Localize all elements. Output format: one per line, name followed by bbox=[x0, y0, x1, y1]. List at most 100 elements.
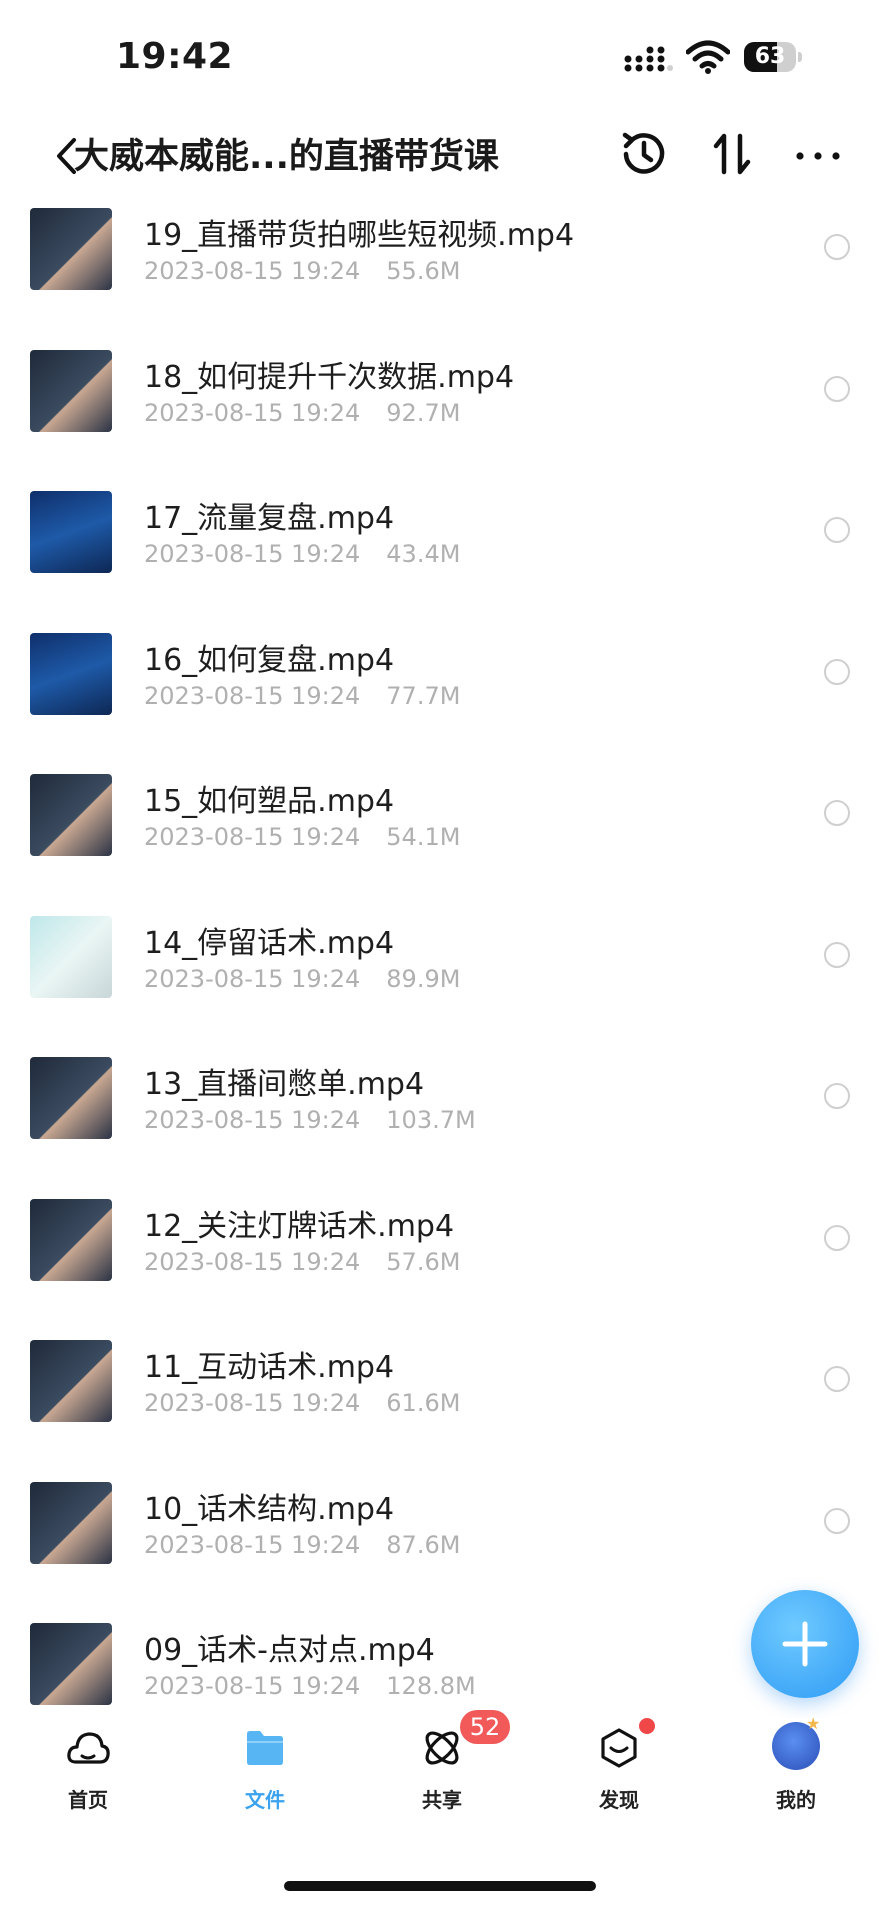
select-checkbox[interactable] bbox=[824, 1224, 850, 1251]
file-row[interactable]: 11_互动话术.mp4 2023-08-15 19:24 61.6M bbox=[0, 1332, 886, 1474]
plus-icon bbox=[782, 1621, 828, 1667]
file-date: 2023-08-15 19:24 bbox=[144, 1389, 361, 1417]
tab-home[interactable]: 首页 bbox=[28, 1726, 148, 1826]
tab-label: 发现 bbox=[599, 1788, 639, 1812]
tab-files[interactable]: 文件 bbox=[205, 1726, 325, 1826]
add-button[interactable] bbox=[751, 1590, 859, 1698]
file-size: 77.7M bbox=[386, 681, 461, 710]
file-date: 2023-08-15 19:24 bbox=[144, 257, 361, 285]
file-row[interactable]: 19_直播带货拍哪些短视频.mp4 2023-08-15 19:24 55.6M bbox=[0, 200, 886, 342]
select-checkbox[interactable] bbox=[824, 1366, 850, 1392]
video-thumbnail bbox=[30, 774, 112, 856]
file-meta: 2023-08-15 19:24 57.6M bbox=[144, 1248, 460, 1276]
file-name: 15_如何塑品.mp4 bbox=[144, 784, 395, 819]
share-icon bbox=[425, 1731, 459, 1765]
file-meta: 2023-08-15 19:24 77.7M bbox=[144, 682, 460, 710]
select-checkbox[interactable] bbox=[824, 517, 850, 543]
select-checkbox[interactable] bbox=[824, 1083, 850, 1109]
select-checkbox[interactable] bbox=[824, 375, 850, 402]
tab-label: 我的 bbox=[776, 1788, 816, 1812]
file-size: 55.6M bbox=[386, 257, 461, 285]
file-size: 128.8M bbox=[386, 1672, 476, 1700]
video-thumbnail bbox=[30, 208, 112, 290]
file-size: 54.1M bbox=[386, 823, 461, 851]
file-row[interactable]: 17_流量复盘.mp4 2023-08-15 19:24 43.4M bbox=[0, 483, 886, 625]
bottom-tab-bar: 首页 文件 52 共享 发现 ★ 我的 bbox=[0, 1710, 886, 1838]
file-list: 19_直播带货拍哪些短视频.mp4 2023-08-15 19:24 55.6M 18… bbox=[0, 200, 886, 1720]
file-row[interactable]: 13_直播间憋单.mp4 2023-08-15 19:24 103.7M bbox=[0, 1049, 886, 1191]
file-date: 2023-08-15 19:24 bbox=[144, 1106, 361, 1134]
tab-label: 文件 bbox=[245, 1788, 285, 1812]
file-meta: 2023-08-15 19:24 103.7M bbox=[144, 1106, 476, 1134]
file-meta: 2023-08-15 19:24 87.6M bbox=[144, 1531, 460, 1559]
file-row[interactable]: 18_如何提升千次数据.mp4 2023-08-15 19:24 92.7M bbox=[0, 342, 886, 484]
file-size: 89.9M bbox=[386, 964, 461, 993]
file-name: 13_直播间憋单.mp4 bbox=[144, 1067, 425, 1102]
file-meta: 2023-08-15 19:24 61.6M bbox=[144, 1389, 460, 1417]
battery-icon: 63 bbox=[744, 42, 802, 72]
file-meta: 2023-08-15 19:24 55.6M bbox=[144, 257, 460, 285]
sort-icon[interactable] bbox=[704, 126, 760, 182]
video-thumbnail bbox=[30, 1340, 112, 1422]
file-meta: 2023-08-15 19:24 54.1M bbox=[144, 823, 460, 851]
video-thumbnail bbox=[30, 632, 112, 715]
select-checkbox[interactable] bbox=[824, 941, 850, 968]
file-date: 2023-08-15 19:24 bbox=[144, 398, 361, 427]
history-icon[interactable] bbox=[616, 126, 672, 182]
wifi-icon bbox=[686, 40, 730, 74]
file-name: 09_话术-点对点.mp4 bbox=[144, 1633, 435, 1668]
file-date: 2023-08-15 19:24 bbox=[144, 1530, 361, 1559]
file-meta: 2023-08-15 19:24 92.7M bbox=[144, 399, 460, 427]
share-badge: 52 bbox=[460, 1710, 510, 1744]
discover-dot-badge bbox=[639, 1718, 655, 1734]
file-name: 14_停留话术.mp4 bbox=[144, 925, 395, 961]
video-thumbnail bbox=[30, 915, 112, 998]
status-time: 19:42 bbox=[116, 36, 234, 77]
video-thumbnail bbox=[30, 349, 112, 432]
home-indicator bbox=[284, 1881, 596, 1891]
select-checkbox[interactable] bbox=[824, 1507, 850, 1534]
file-date: 2023-08-15 19:24 bbox=[144, 964, 361, 993]
file-date: 2023-08-15 19:24 bbox=[144, 1247, 361, 1276]
more-icon[interactable] bbox=[790, 126, 846, 182]
file-row[interactable]: 16_如何复盘.mp4 2023-08-15 19:24 77.7M bbox=[0, 625, 886, 767]
select-checkbox[interactable] bbox=[824, 800, 850, 826]
video-thumbnail bbox=[30, 1623, 112, 1705]
cloud-icon bbox=[67, 1732, 110, 1764]
video-thumbnail bbox=[30, 491, 112, 573]
file-size: 43.4M bbox=[386, 540, 461, 568]
video-thumbnail bbox=[30, 1481, 112, 1564]
file-name: 18_如何提升千次数据.mp4 bbox=[144, 359, 515, 395]
select-checkbox[interactable] bbox=[824, 234, 850, 260]
cellular-signal-icon bbox=[624, 46, 673, 72]
file-name: 16_如何复盘.mp4 bbox=[144, 642, 395, 678]
tab-share[interactable]: 52 共享 bbox=[382, 1710, 510, 1826]
file-name: 17_流量复盘.mp4 bbox=[144, 501, 395, 536]
file-row[interactable]: 12_关注灯牌话术.mp4 2023-08-15 19:24 57.6M bbox=[0, 1191, 886, 1333]
file-meta: 2023-08-15 19:24 43.4M bbox=[144, 540, 460, 568]
file-row[interactable]: 15_如何塑品.mp4 2023-08-15 19:24 54.1M bbox=[0, 766, 886, 908]
status-bar: 19:42 63 bbox=[0, 0, 886, 120]
file-name: 11_互动话术.mp4 bbox=[144, 1350, 395, 1385]
tab-label: 首页 bbox=[68, 1788, 108, 1812]
file-date: 2023-08-15 19:24 bbox=[144, 1672, 361, 1700]
file-size: 87.6M bbox=[386, 1530, 461, 1559]
file-date: 2023-08-15 19:24 bbox=[144, 823, 361, 851]
page-title: 大威本威能...的直播带货课 bbox=[74, 137, 499, 177]
file-meta: 2023-08-15 19:24 128.8M bbox=[144, 1672, 476, 1700]
file-name: 19_直播带货拍哪些短视频.mp4 bbox=[144, 218, 575, 253]
tab-label: 共享 bbox=[422, 1788, 462, 1812]
file-name: 10_话术结构.mp4 bbox=[144, 1491, 395, 1527]
discover-icon bbox=[601, 1728, 637, 1768]
tab-discover[interactable]: 发现 bbox=[559, 1718, 679, 1826]
file-row[interactable]: 14_停留话术.mp4 2023-08-15 19:24 89.9M bbox=[0, 908, 886, 1050]
select-checkbox[interactable] bbox=[824, 658, 850, 685]
folder-icon bbox=[247, 1731, 283, 1765]
file-size: 61.6M bbox=[386, 1389, 461, 1417]
file-name: 12_关注灯牌话术.mp4 bbox=[144, 1208, 455, 1244]
video-thumbnail bbox=[30, 1057, 112, 1139]
video-thumbnail bbox=[30, 1198, 112, 1281]
crown-icon: ★ bbox=[806, 1714, 821, 1733]
tab-me[interactable]: ★ 我的 bbox=[736, 1714, 856, 1826]
battery-percent: 63 bbox=[754, 44, 786, 69]
